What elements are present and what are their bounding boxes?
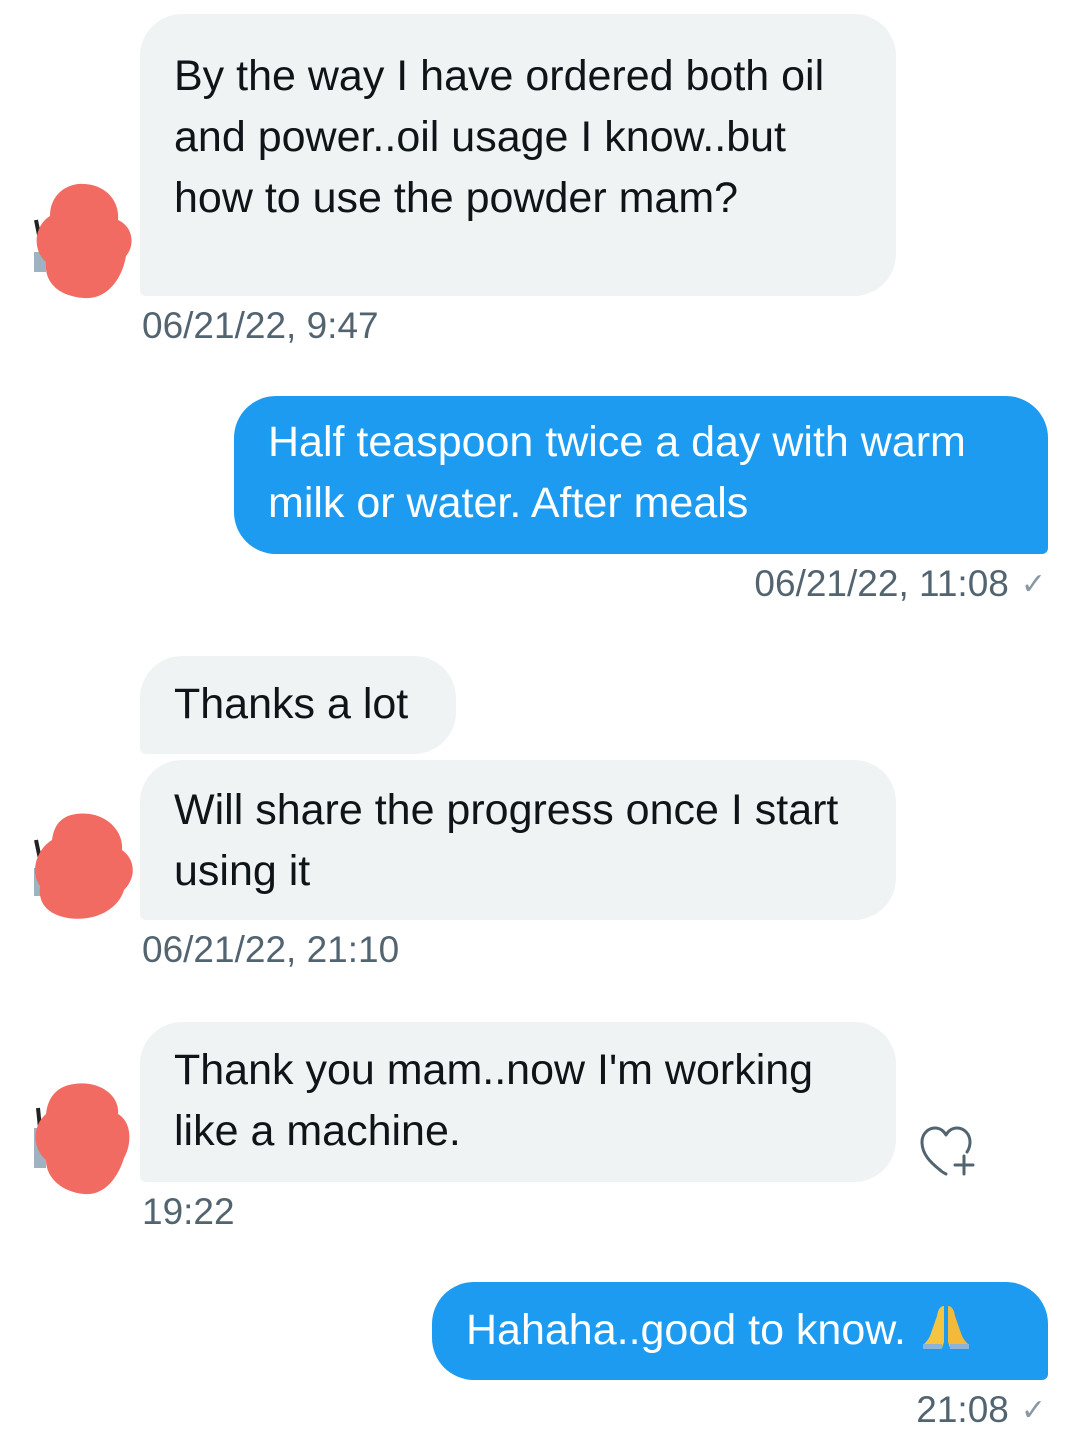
message-timestamp: 06/21/22, 11:08 ✓ (754, 562, 1046, 607)
message-text: Hahaha..good to know. (466, 1306, 906, 1354)
message-text: Will share the progress once I start usi… (174, 786, 839, 895)
timestamp-text: 21:08 (916, 1389, 1009, 1430)
message-bubble-outgoing[interactable]: Half teaspoon twice a day with warm milk… (234, 396, 1048, 554)
message-text: Thank you mam..now I'm working like a ma… (174, 1046, 814, 1155)
message-timestamp: 19:22 (142, 1191, 235, 1232)
add-reaction-heart-icon[interactable] (918, 1124, 984, 1176)
message-bubble-incoming[interactable]: By the way I have ordered both oil and p… (140, 14, 896, 296)
message-timestamp: 06/21/22, 9:47 (142, 305, 379, 346)
checkmark-icon: ✓ (1020, 1394, 1046, 1427)
message-timestamp: 06/21/22, 21:10 (142, 929, 400, 970)
message-text: Half teaspoon twice a day with warm milk… (268, 418, 966, 527)
message-timestamp: 21:08 ✓ (916, 1388, 1046, 1433)
message-bubble-incoming[interactable]: Thanks a lot (140, 656, 456, 754)
message-text: By the way I have ordered both oil and p… (174, 52, 825, 222)
message-bubble-outgoing[interactable]: Hahaha..good to know. (432, 1282, 1048, 1380)
timestamp-text: 06/21/22, 11:08 (754, 563, 1009, 604)
message-text: Thanks a lot (174, 680, 409, 728)
avatar[interactable] (28, 180, 136, 300)
avatar[interactable] (28, 806, 136, 926)
checkmark-icon: ✓ (1020, 568, 1046, 601)
message-bubble-incoming[interactable]: Thank you mam..now I'm working like a ma… (140, 1022, 896, 1182)
folded-hands-emoji-icon (920, 1302, 972, 1367)
avatar[interactable] (28, 1078, 136, 1198)
message-bubble-incoming[interactable]: Will share the progress once I start usi… (140, 760, 896, 920)
